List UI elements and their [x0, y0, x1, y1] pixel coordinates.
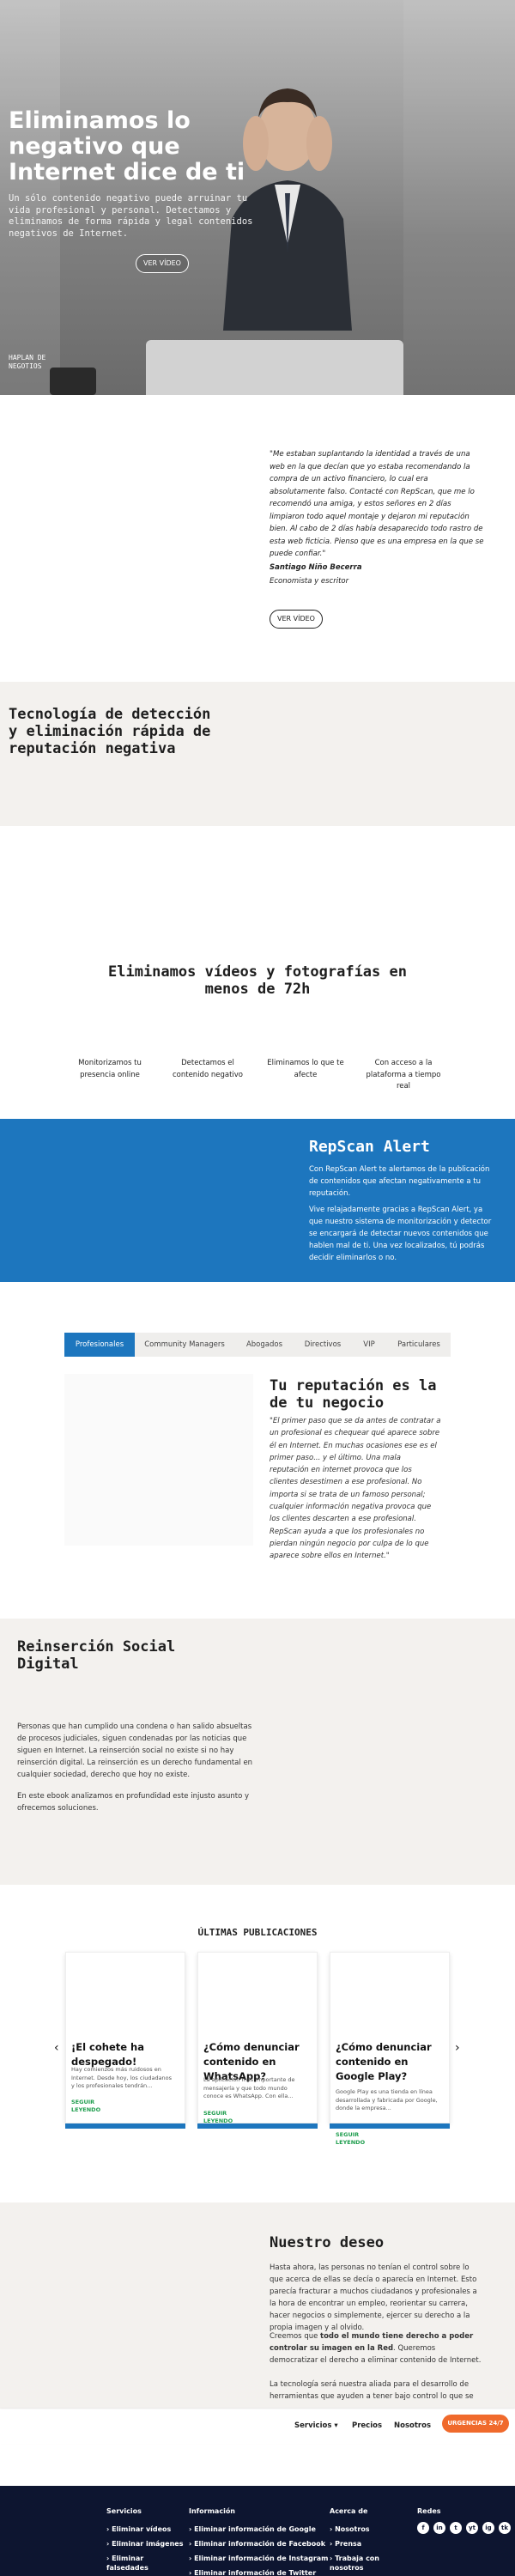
deseo-paragraph-rights: Creemos que todo el mundo tiene derecho …	[270, 2330, 484, 2366]
deseo-paragraph: La tecnología será nuestra aliada para e…	[270, 2380, 474, 2401]
urgencias-button[interactable]: URGENCIAS 24/7	[442, 2415, 509, 2433]
hero-subtitle: Un sólo contenido negativo puede arruina…	[9, 193, 253, 239]
carousel-prev-icon[interactable]: ‹	[54, 2041, 59, 2055]
instagram-icon[interactable]: ig	[482, 2522, 494, 2534]
tab-panel-image	[64, 1374, 253, 1546]
footer-link[interactable]: Eliminar información de Twitter	[189, 2568, 316, 2576]
reinsercion-paragraph: Personas que han cumplido una condena o …	[17, 1722, 253, 1779]
footer-link[interactable]: Eliminar información de Google	[189, 2524, 316, 2534]
footer-link[interactable]: Nosotros	[330, 2524, 369, 2534]
deseo-paragraph-prefix: Creemos que	[270, 2332, 321, 2341]
footer-link[interactable]: Eliminar información de Facebook	[189, 2539, 325, 2549]
linkedin-icon[interactable]: in	[433, 2522, 445, 2534]
testimonial-quote: "Me estaban suplantando la identidad a t…	[270, 450, 484, 558]
card-accent-bar	[330, 2123, 450, 2129]
footer-link[interactable]: Prensa	[330, 2539, 361, 2549]
facebook-icon[interactable]: f	[417, 2522, 429, 2534]
tab-community-managers[interactable]: Community Managers	[135, 1333, 234, 1357]
carousel-next-icon[interactable]: ›	[455, 2041, 460, 2055]
card-excerpt: La aplicación más importante de mensajer…	[203, 2076, 295, 2099]
publications-title: ÚLTIMAS PUBLICACIONES	[197, 1927, 318, 1938]
tab-vip[interactable]: VIP	[351, 1333, 387, 1357]
tab-panel-text: "El primer paso que se da antes de contr…	[270, 1417, 441, 1561]
card-read-more-link[interactable]: SEGUIR LEYENDO	[203, 2110, 255, 2125]
chevron-down-icon: ▾	[334, 2421, 338, 2430]
tab-particulares[interactable]: Particulares	[387, 1333, 451, 1357]
footer-heading: Redes	[417, 2507, 441, 2515]
publication-card[interactable]	[65, 1952, 185, 2123]
nav-nosotros[interactable]: Nosotros	[394, 2421, 431, 2430]
reinsercion-title: Reinserción Social Digital	[17, 1638, 176, 1673]
testimonial-role: Economista y escritor	[270, 577, 349, 586]
tab-profesionales[interactable]: Profesionales	[64, 1333, 135, 1357]
hero-laptop-image	[146, 340, 403, 395]
tiktok-icon[interactable]: tk	[499, 2522, 511, 2534]
feature-item: Con acceso a la plataforma a tiempo real	[366, 1059, 441, 1091]
footer-heading: Información	[189, 2507, 236, 2515]
twitter-icon[interactable]: t	[450, 2522, 462, 2534]
features-title: Eliminamos vídeos y fotografías en menos…	[108, 963, 407, 998]
youtube-icon[interactable]: yt	[466, 2522, 478, 2534]
repscan-paragraph: Vive relajadamente gracias a RepScan Ale…	[309, 1206, 492, 1262]
card-accent-bar	[65, 2123, 185, 2129]
repscan-paragraph: Con RepScan Alert te alertamos de la pub…	[309, 1165, 490, 1198]
card-read-more-link[interactable]: SEGUIR LEYENDO	[71, 2099, 123, 2114]
sticky-bottom-nav	[0, 2409, 515, 2444]
hero-coffee-cup-image	[50, 368, 96, 395]
footer-link[interactable]: Eliminar imágenes	[106, 2539, 183, 2549]
testimonial-name: Santiago Niño Becerra	[270, 563, 362, 572]
feature-item: Detectamos el contenido negativo	[172, 1059, 244, 1079]
nav-servicios-label: Servicios	[294, 2421, 332, 2430]
footer-link[interactable]: Eliminar falsedades	[106, 2554, 184, 2573]
footer-link[interactable]: Eliminar información de Instagram	[189, 2554, 328, 2563]
card-excerpt: Google Play es una tienda en línea desar…	[336, 2088, 438, 2111]
footer-link[interactable]: Trabaja con nosotros	[330, 2554, 390, 2573]
feature-item: Eliminamos lo que te afecte	[267, 1059, 344, 1079]
tab-panel-heading: Tu reputación es la de tu negocio	[270, 1377, 437, 1412]
tab-abogados[interactable]: Abogados	[234, 1333, 294, 1357]
footer-link[interactable]: Eliminar vídeos	[106, 2524, 171, 2534]
footer-heading: Servicios	[106, 2507, 142, 2515]
repscan-title: RepScan Alert	[309, 1138, 430, 1156]
nav-precios[interactable]: Precios	[352, 2421, 382, 2430]
nav-servicios[interactable]: Servicios ▾	[294, 2421, 338, 2430]
tech-title: Tecnología de detección y eliminación rá…	[9, 706, 211, 757]
feature-item: Monitorizamos tu presencia online	[78, 1059, 142, 1079]
reinsercion-paragraph: En este ebook analizamos en profundidad …	[17, 1792, 250, 1813]
card-title[interactable]: ¿Cómo denunciar contenido en Google Play…	[336, 2040, 445, 2084]
footer-heading: Acerca de	[330, 2507, 368, 2515]
hero-person-image	[223, 88, 352, 331]
hero-title: Eliminamos lo negativo que Internet dice…	[9, 107, 245, 185]
tab-directivos[interactable]: Directivos	[294, 1333, 351, 1357]
deseo-paragraph: Hasta ahora, las personas no tenían el c…	[270, 2263, 477, 2332]
testimonial-video-button[interactable]: VER VÍDEO	[270, 610, 323, 629]
hero-background-street	[403, 0, 515, 395]
card-read-more-link[interactable]: SEGUIR LEYENDO	[336, 2131, 387, 2147]
hero-video-button[interactable]: VER VÍDEO	[136, 254, 189, 273]
hero-section: Eliminamos lo negativo que Internet dice…	[0, 0, 515, 395]
hero-logo-text: HAPLAN DE NEGOTIOS	[9, 354, 46, 370]
card-excerpt: Hay comienzos más ruidosos en Internet. …	[71, 2066, 173, 2089]
card-title[interactable]: ¡El cohete ha despegado!	[71, 2040, 181, 2069]
deseo-title: Nuestro deseo	[270, 2234, 385, 2251]
